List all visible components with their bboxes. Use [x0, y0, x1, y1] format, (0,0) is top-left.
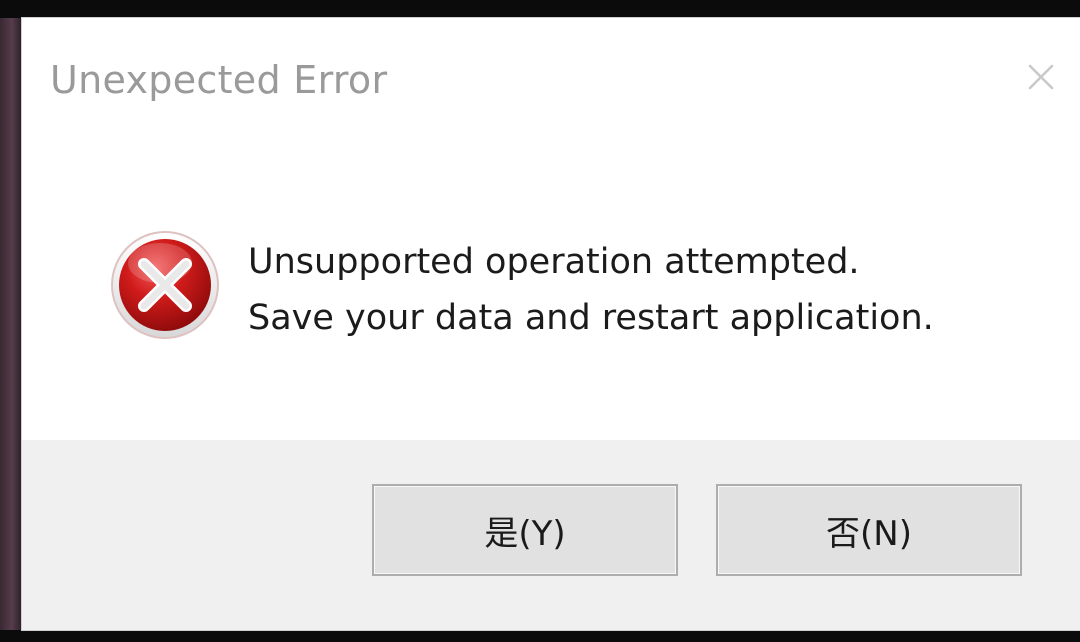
screen: Unexpected Error Unsupported operation a…	[0, 0, 1080, 642]
error-dialog: Unexpected Error Unsupported operation a…	[22, 18, 1080, 630]
dialog-button-bar: 是(Y) 否(N)	[22, 440, 1080, 630]
error-message: Unsupported operation attempted. Save yo…	[248, 234, 1008, 346]
desktop-background-bottom	[0, 630, 1080, 642]
dialog-titlebar: Unexpected Error	[22, 18, 1080, 138]
error-message-line-2: Save your data and restart application.	[248, 298, 934, 338]
desktop-background-left	[0, 18, 22, 630]
dialog-content: Unsupported operation attempted. Save yo…	[22, 138, 1080, 440]
close-icon[interactable]	[1020, 56, 1062, 98]
no-button[interactable]: 否(N)	[716, 484, 1022, 576]
error-x-icon	[111, 231, 219, 339]
yes-button[interactable]: 是(Y)	[372, 484, 678, 576]
error-message-line-1: Unsupported operation attempted.	[248, 242, 860, 282]
dialog-title: Unexpected Error	[50, 58, 388, 102]
desktop-background-top	[0, 0, 1080, 18]
